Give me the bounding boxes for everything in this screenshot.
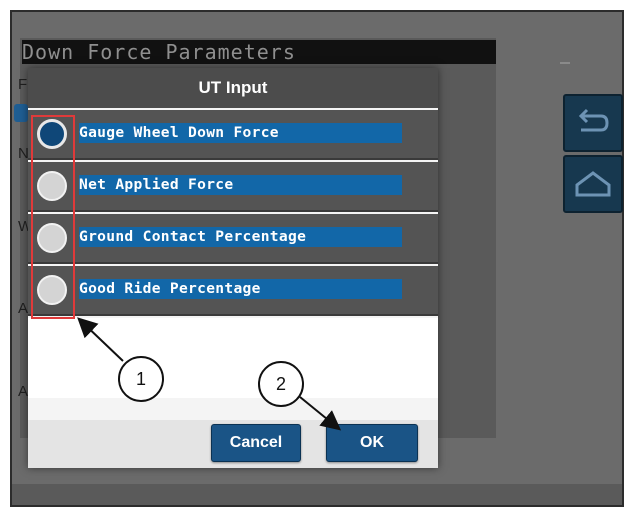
option-net-applied-force[interactable]: Net Applied Force [28, 162, 438, 212]
option-good-ride-percentage[interactable]: Good Ride Percentage [28, 266, 438, 316]
option-label: Good Ride Percentage [79, 279, 402, 299]
ut-input-dialog: UT Input Gauge Wheel Down Force Net Appl… [28, 68, 438, 468]
bottom-bar [12, 484, 622, 505]
option-label: Ground Contact Percentage [79, 227, 402, 247]
option-label: Net Applied Force [79, 175, 402, 195]
back-arrow-icon [578, 108, 609, 132]
background-page-title: Down Force Parameters [22, 40, 496, 64]
back-button[interactable] [563, 94, 623, 152]
home-button[interactable] [563, 155, 623, 213]
option-ground-contact-percentage[interactable]: Ground Contact Percentage [28, 214, 438, 264]
dialog-title: UT Input [28, 68, 438, 108]
dialog-body-blank [28, 318, 438, 398]
background-label-fragment: F [18, 76, 28, 93]
cancel-button[interactable]: Cancel [211, 424, 301, 462]
option-gauge-wheel-down-force[interactable]: Gauge Wheel Down Force [28, 110, 438, 160]
divider [560, 62, 570, 64]
home-icon [575, 171, 611, 197]
background-label-fragment: A [18, 300, 29, 317]
callout-1: 1 [118, 356, 164, 402]
background-selection-marker [14, 104, 28, 122]
dialog-footer: Cancel OK [28, 420, 438, 468]
ok-button[interactable]: OK [326, 424, 418, 462]
radio-highlight-box [31, 115, 75, 319]
option-label: Gauge Wheel Down Force [79, 123, 402, 143]
callout-2: 2 [258, 361, 304, 407]
background-label-fragment: A [18, 383, 29, 400]
